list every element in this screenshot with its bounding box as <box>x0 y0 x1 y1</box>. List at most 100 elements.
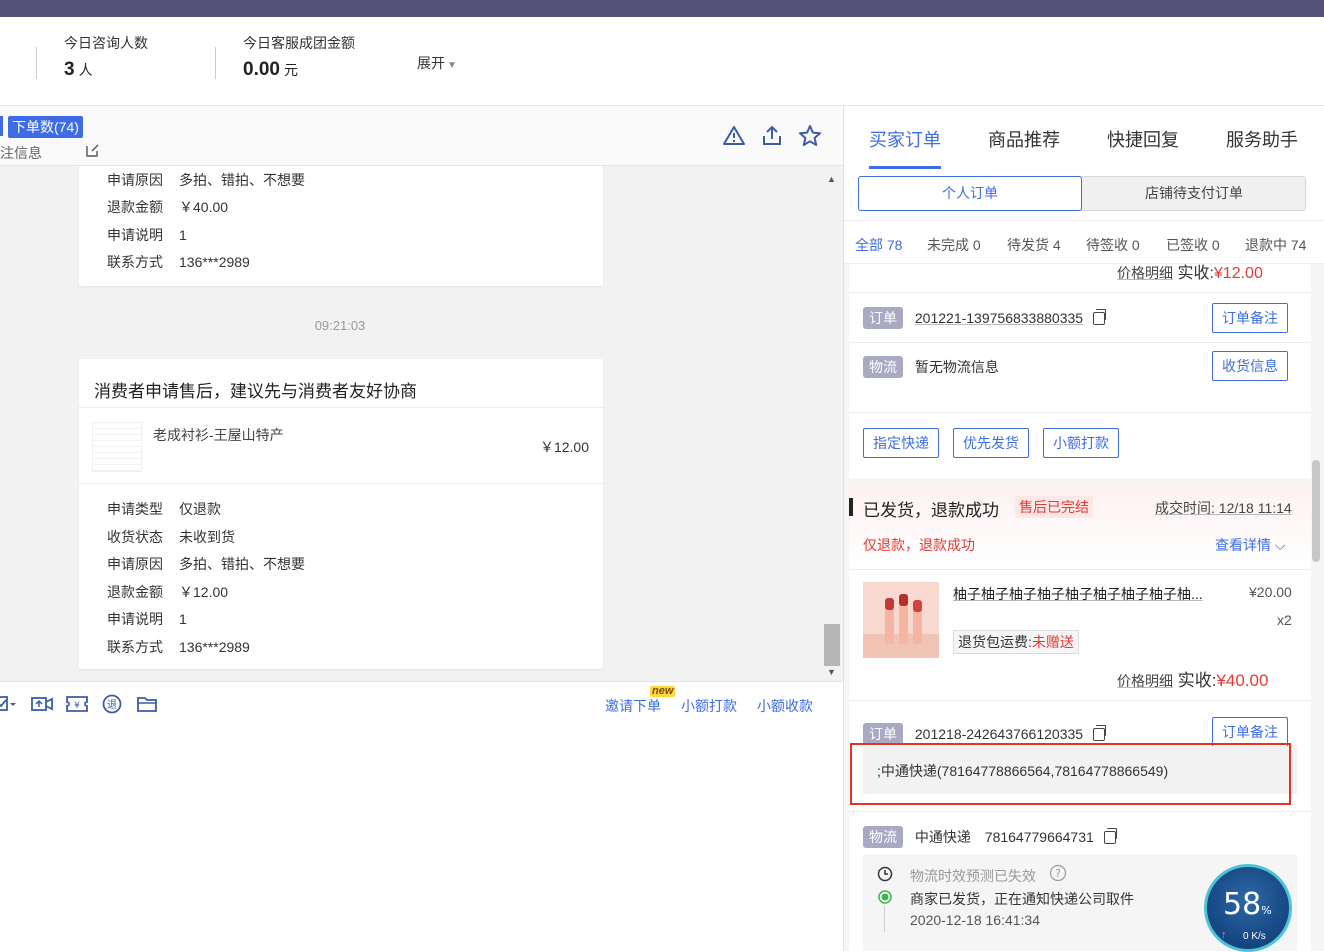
scroll-up-arrow-icon[interactable]: ▲ <box>827 174 836 184</box>
card-row: 联系方式 136***2989 <box>107 254 250 270</box>
segment-shop-pending-orders[interactable]: 店铺待支付订单 <box>1083 177 1305 210</box>
order-tag: 订单 <box>863 307 903 329</box>
product-price: ¥20.00 <box>1249 584 1292 600</box>
order-note-button[interactable]: 订单备注 <box>1212 303 1288 333</box>
status-dot-icon <box>878 890 892 904</box>
small-pay-link[interactable]: 小额打款 <box>681 696 737 716</box>
logistics-tag: 物流 <box>863 356 903 378</box>
svg-text:退: 退 <box>107 699 117 711</box>
edit-icon[interactable] <box>86 143 100 157</box>
tab-quick-reply[interactable]: 快捷回复 <box>1107 126 1179 152</box>
scrollbar-thumb[interactable] <box>824 624 840 666</box>
tab-service-assistant[interactable]: 服务助手 <box>1226 126 1298 152</box>
refund-icon[interactable]: 退 <box>101 694 123 714</box>
divider <box>849 811 1311 812</box>
filter-refunding[interactable]: 退款中 74 <box>1245 235 1306 255</box>
filter-pending-receipt[interactable]: 待签收 0 <box>1086 235 1140 255</box>
invite-order-link[interactable]: 邀请下单 <box>605 696 661 716</box>
logistics-tag: 物流 <box>863 826 903 848</box>
product-quantity: x2 <box>1277 612 1292 628</box>
warning-icon[interactable] <box>722 124 746 148</box>
receive-info-button[interactable]: 收货信息 <box>1212 351 1288 381</box>
chat-header: 下单数(74) 备注信息 <box>0 106 843 166</box>
priority-ship-button[interactable]: 优先发货 <box>953 428 1029 458</box>
note-label[interactable]: 备注信息 <box>0 143 42 163</box>
copy-icon[interactable] <box>1093 725 1107 741</box>
filter-all[interactable]: 全部 78 <box>855 235 902 255</box>
gauge-percent: 58% <box>1223 887 1272 922</box>
price-detail-link[interactable]: 价格明细 <box>1117 265 1173 281</box>
card-row: 申请原因 多拍、错拍、不想要 <box>107 556 305 572</box>
small-pay-button[interactable]: 小额打款 <box>1043 428 1119 458</box>
consult-stat: 今日咨询人数 3人 <box>64 33 148 81</box>
help-icon[interactable]: ? <box>1049 864 1067 882</box>
scroll-down-arrow-icon[interactable]: ▼ <box>827 667 836 677</box>
event-time: 2020-12-18 16:41:34 <box>910 912 1040 928</box>
price-detail-link[interactable]: 价格明细 <box>1117 673 1173 689</box>
copy-icon[interactable] <box>1093 309 1107 325</box>
share-icon[interactable] <box>760 124 784 148</box>
header-marker <box>849 498 853 516</box>
speed-gauge-widget[interactable]: 58% ↑ 0 K/s <box>1204 864 1292 952</box>
order-panel-scrollbar[interactable] <box>1312 460 1320 562</box>
segment-personal-orders[interactable]: 个人订单 <box>858 176 1082 211</box>
order-number[interactable]: 201221-139756833880335 <box>915 310 1083 326</box>
message-list[interactable]: 申请原因 多拍、错拍、不想要 退款金额 ￥40.00 申请说明 1 联系方式 136**… <box>0 166 843 681</box>
tab-buyer-orders[interactable]: 买家订单 <box>869 126 941 152</box>
triangle-down-icon: ▼ <box>447 60 457 71</box>
filter-unfinished[interactable]: 未完成 0 <box>927 235 981 255</box>
tracking-number[interactable]: 78164779664731 <box>985 829 1094 845</box>
filter-pending-ship[interactable]: 待发货 4 <box>1007 235 1061 255</box>
svg-text:?: ? <box>1055 867 1061 880</box>
filter-received[interactable]: 已签收 0 <box>1166 235 1220 255</box>
product-name[interactable]: 柚子柚子柚子柚子柚子柚子柚子柚子柚... <box>953 584 1225 604</box>
order-number-row: 订单 201221-139756833880335 <box>863 307 1107 329</box>
divider <box>849 700 1311 701</box>
highlight-box <box>850 743 1291 805</box>
chat-scrollbar[interactable]: ▲ ▼ <box>822 170 840 678</box>
small-collect-link[interactable]: 小额收款 <box>757 696 813 716</box>
svg-text:¥: ¥ <box>74 701 80 711</box>
order-number-row: 订单 201218-242643766120335 <box>863 723 1107 745</box>
order-number[interactable]: 201218-242643766120335 <box>915 726 1083 742</box>
product-name[interactable]: 老成衬衫-王屋山特产 <box>153 425 284 445</box>
divider <box>849 569 1311 570</box>
clock-icon <box>877 866 893 882</box>
amount-value: 0.00 元 <box>243 59 298 80</box>
consult-value: 3人 <box>64 59 93 80</box>
order-filter-bar: 全部 78 未完成 0 待发货 4 待签收 0 已签收 0 退款中 74 <box>844 220 1324 264</box>
card-row: 退款金额 ￥40.00 <box>107 199 229 215</box>
after-sale-card: 申请原因 多拍、错拍、不想要 退款金额 ￥40.00 申请说明 1 联系方式 136**… <box>79 166 603 286</box>
divider <box>849 342 1311 343</box>
card-row: 申请原因 多拍、错拍、不想要 <box>107 172 305 188</box>
card-title: 消费者申请售后，建议先与消费者友好协商 <box>94 382 417 401</box>
lipstick-product-image[interactable] <box>863 582 939 658</box>
video-icon[interactable] <box>31 694 53 714</box>
star-icon[interactable] <box>798 124 822 148</box>
product-thumbnail[interactable] <box>92 422 142 472</box>
tab-product-recommend[interactable]: 商品推荐 <box>988 126 1060 152</box>
card-row: 退款金额 ￥12.00 <box>107 584 229 600</box>
folder-icon[interactable] <box>136 694 158 714</box>
logistics-row: 物流 暂无物流信息 <box>863 356 999 378</box>
badge-edge <box>0 116 3 136</box>
expand-button[interactable]: 展开 ▼ <box>417 53 457 73</box>
divider <box>79 407 603 408</box>
predict-text: 物流时效预测已失效 <box>910 868 1036 884</box>
order-count-badge[interactable]: 下单数(74) <box>8 116 83 138</box>
divider <box>36 47 37 79</box>
gauge-speed: 0 K/s <box>1243 931 1266 942</box>
assign-express-button[interactable]: 指定快递 <box>863 428 939 458</box>
segment-area: 个人订单 店铺待支付订单 <box>844 170 1324 220</box>
copy-icon[interactable] <box>1103 828 1117 844</box>
view-detail-link[interactable]: 查看详情 ⌵ <box>1215 535 1286 555</box>
checkbox-dropdown-icon[interactable] <box>0 694 22 714</box>
amount-stat: 今日客服成团金额 0.00 元 <box>243 33 355 81</box>
active-tab-indicator <box>869 166 941 169</box>
chat-panel: 下单数(74) 备注信息 申请原因多拍、错拍、不想要 退款金额￥40.00 申请… <box>0 106 843 951</box>
card-row: 申请说明 1 <box>107 227 187 243</box>
divider <box>79 483 603 484</box>
return-shipping-tag: 退货包运费:未赠送 <box>953 630 1079 654</box>
refund-status: 仅退款，退款成功 <box>863 537 975 553</box>
coupon-icon[interactable]: ¥ <box>66 694 88 714</box>
